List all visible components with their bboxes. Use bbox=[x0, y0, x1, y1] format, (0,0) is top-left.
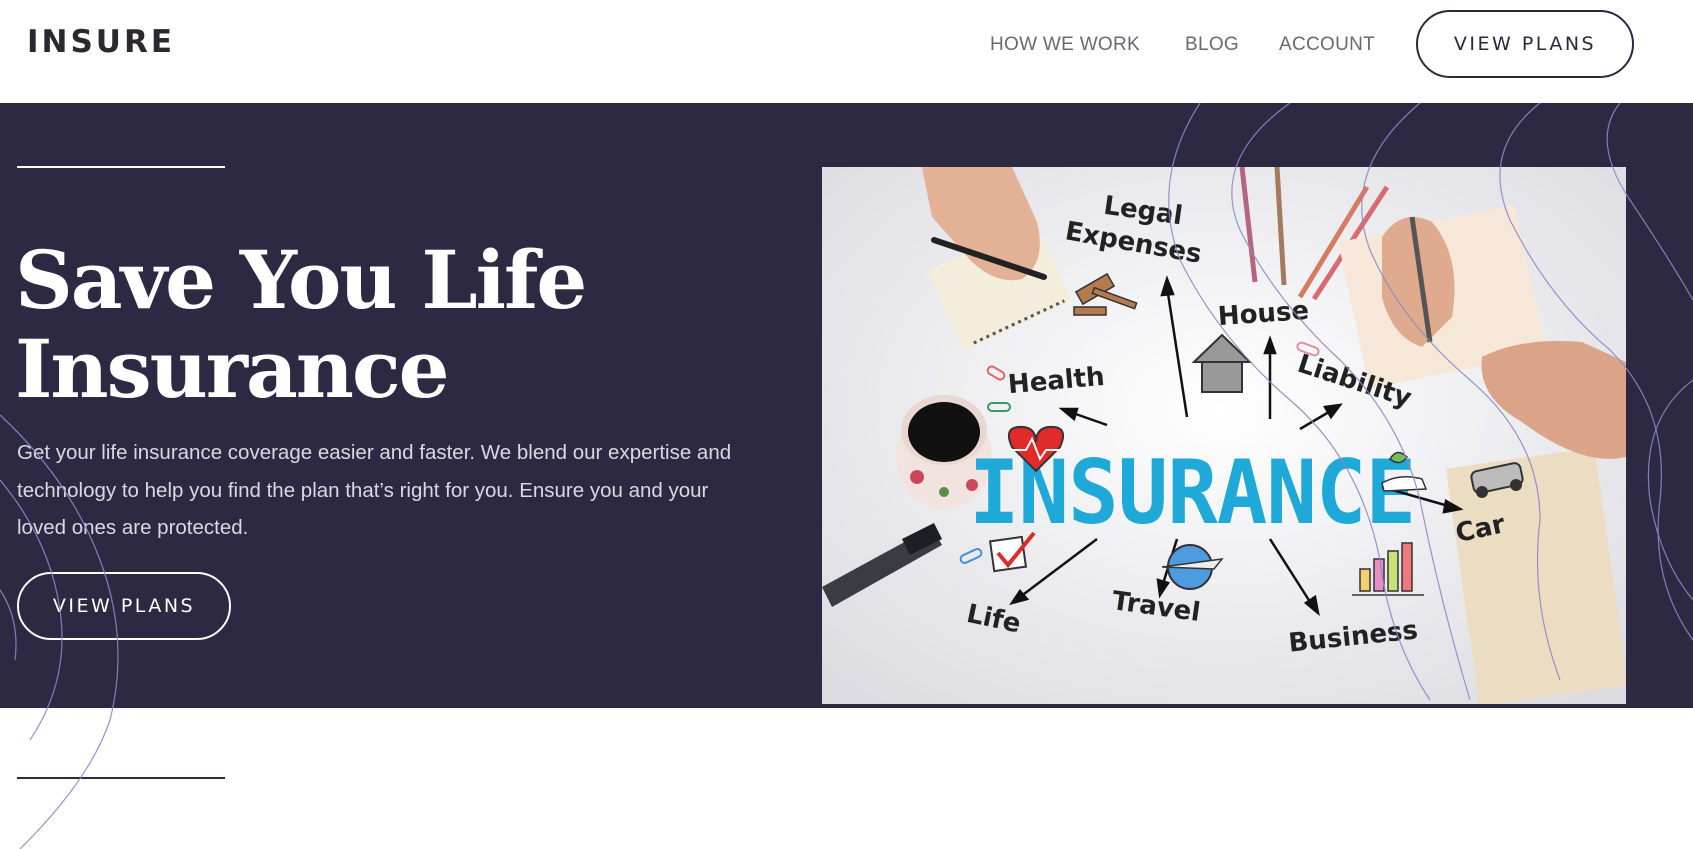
insurance-mindmap-illustration: INSURANCE Legal Expenses House Health Li… bbox=[822, 167, 1626, 704]
section-divider bbox=[17, 777, 225, 779]
hero-description-line-2: technology to help you find the plan tha… bbox=[17, 478, 709, 502]
hero-section: Save You Life Insurance Get your life in… bbox=[0, 103, 1693, 708]
hero-title-line-1: Save You Life bbox=[15, 233, 587, 327]
nav-link-account[interactable]: ACCOUNT bbox=[1279, 34, 1375, 56]
nav-link-how-we-work[interactable]: HOW WE WORK bbox=[990, 34, 1140, 56]
image-label-house: House bbox=[1217, 296, 1310, 332]
hero-divider bbox=[17, 166, 225, 168]
nav-link-blog[interactable]: BLOG bbox=[1185, 34, 1239, 56]
hero-description-line-1: Get your life insurance coverage easier … bbox=[17, 441, 732, 464]
hero-title-line-2: Insurance bbox=[15, 322, 450, 416]
view-plans-header-button[interactable]: VIEW PLANS bbox=[1416, 10, 1634, 78]
logo[interactable]: INSURE bbox=[27, 26, 175, 58]
hero-description-line-3: loved ones are protected. bbox=[17, 516, 249, 539]
site-header: INSURE HOW WE WORK BLOG ACCOUNT VIEW PLA… bbox=[0, 0, 1693, 103]
hero-description: Get your life insurance coverage easier … bbox=[17, 434, 817, 547]
view-plans-hero-button[interactable]: VIEW PLANS bbox=[17, 572, 231, 640]
hero-title: Save You Life Insurance bbox=[15, 233, 587, 416]
hero-image: INSURANCE Legal Expenses House Health Li… bbox=[822, 167, 1626, 704]
